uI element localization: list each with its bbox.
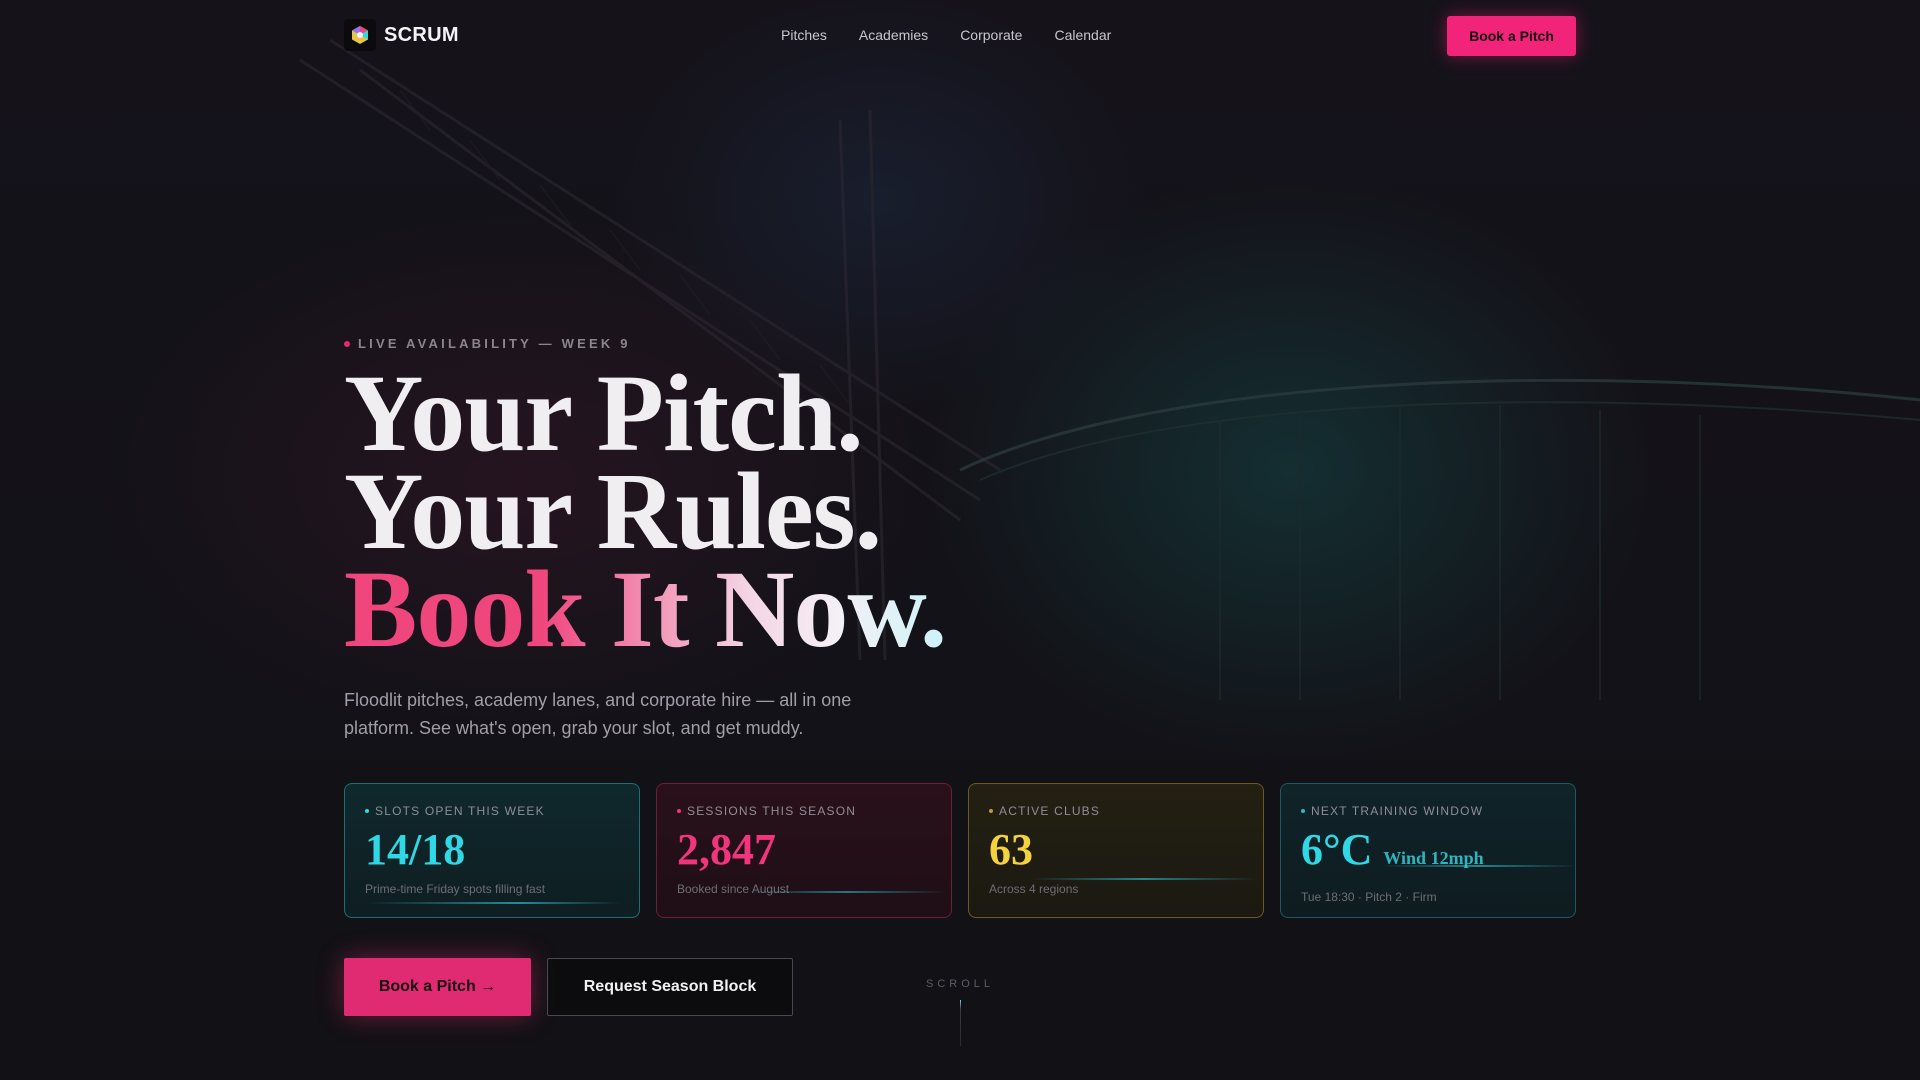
stat-label-text: SESSIONS THIS SEASON [687,804,857,818]
rugby-ball-icon [344,19,376,51]
status-dot-icon [365,809,369,813]
nav-link-corporate[interactable]: Corporate [960,27,1022,43]
stat-label: SLOTS OPEN THIS WEEK [365,804,619,818]
stat-value: 63 [989,825,1033,874]
scroll-label: SCROLL [925,978,995,990]
stats-cards: SLOTS OPEN THIS WEEK 14/18 Prime-time Fr… [344,783,1576,918]
stat-value: 2,847 [677,825,776,874]
stat-label-text: SLOTS OPEN THIS WEEK [375,804,545,818]
request-season-block-button[interactable]: Request Season Block [547,958,793,1016]
stat-card-training-window: NEXT TRAINING WINDOW 6°C Wind 12mph Tue … [1280,783,1576,918]
status-dot-icon [989,809,993,813]
headline-line-2: Your Rules. [344,450,882,572]
status-dot-icon [1301,809,1305,813]
nav-link-calendar[interactable]: Calendar [1054,27,1111,43]
stat-value: 6°C Wind 12mph [1301,826,1555,882]
stat-label: NEXT TRAINING WINDOW [1301,804,1555,818]
headline-line-1: Your Pitch. [344,352,864,474]
stat-value: 14/18 [365,825,466,874]
stat-sub: Booked since August [677,882,790,896]
sparkline [747,891,947,893]
status-dot-icon [677,809,681,813]
stat-card-clubs: ACTIVE CLUBS 63 Across 4 regions [968,783,1264,918]
stat-sub: Prime-time Friday spots filling fast [365,882,546,896]
stat-label: SESSIONS THIS SEASON [677,804,931,818]
stat-label-text: ACTIVE CLUBS [999,804,1101,818]
live-dot-icon [344,340,350,347]
stat-sub: Across 4 regions [989,882,1079,896]
scroll-indicator[interactable]: SCROLL [920,978,1000,1046]
nav-links: Pitches Academies Corporate Calendar [781,27,1111,43]
live-availability-eyebrow: LIVE AVAILABILITY — WEEK 9 [344,336,744,351]
nav-link-academies[interactable]: Academies [859,27,928,43]
brand-name: SCRUM [384,23,459,46]
stat-card-sessions: SESSIONS THIS SEASON 2,847 Booked since … [656,783,952,918]
book-pitch-button[interactable]: Book a Pitch → [344,958,531,1016]
headline-line-3: Book It Now. [344,554,1244,664]
stat-label-text: NEXT TRAINING WINDOW [1311,804,1484,818]
sparkline [1381,865,1575,867]
eyebrow-text: LIVE AVAILABILITY — WEEK 9 [358,336,631,351]
sparkline [1029,878,1259,880]
stat-label: ACTIVE CLUBS [989,804,1243,818]
top-navigation: SCRUM Pitches Academies Corporate Calend… [0,0,1920,72]
sparkline [365,902,621,904]
nav-link-pitches[interactable]: Pitches [781,27,827,43]
hero-subcopy: Floodlit pitches, academy lanes, and cor… [344,690,852,738]
nav-book-pitch-button[interactable]: Book a Pitch [1447,16,1576,56]
brand-logo[interactable]: SCRUM [344,19,459,51]
hero-headline: Your Pitch. Your Rules. Book It Now. [344,352,1244,664]
scroll-line-icon [960,1000,961,1046]
stat-sub: Tue 18:30 · Pitch 2 · Firm [1301,890,1437,904]
stat-card-slots: SLOTS OPEN THIS WEEK 14/18 Prime-time Fr… [344,783,640,918]
temperature-value: 6°C [1301,825,1373,874]
